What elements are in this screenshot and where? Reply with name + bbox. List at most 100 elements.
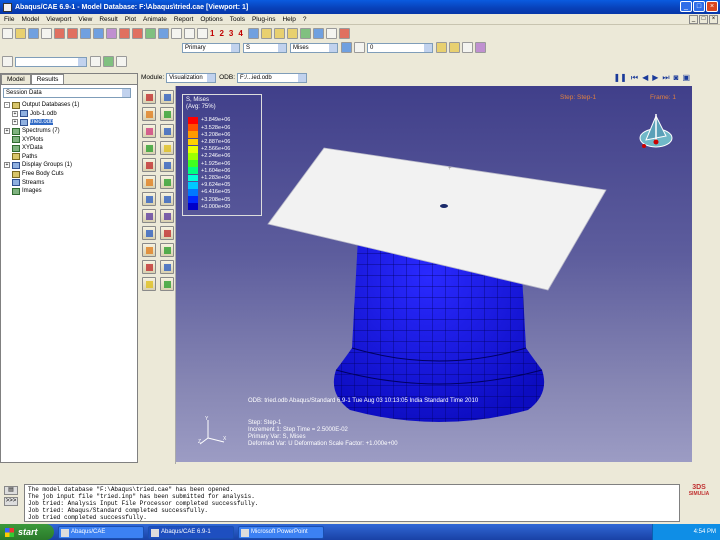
info-icon[interactable] (475, 42, 486, 53)
more-icon[interactable] (116, 56, 127, 67)
menu-model[interactable]: Model (21, 16, 39, 23)
field-select[interactable]: S (243, 42, 287, 53)
plug-in-icon[interactable] (338, 27, 350, 39)
print-icon[interactable] (41, 27, 52, 39)
free-body-cut-icon[interactable] (160, 243, 174, 257)
create-display-group-icon[interactable] (160, 277, 174, 291)
iso-view-icon[interactable] (158, 27, 169, 39)
view-cut-icon[interactable] (142, 243, 156, 257)
field-options-icon[interactable] (341, 42, 352, 53)
redo-icon[interactable] (67, 27, 78, 39)
view-3-button[interactable]: 3 (229, 29, 233, 38)
menu-file[interactable]: File (4, 16, 14, 23)
last-frame-icon[interactable]: ⏭ (662, 73, 669, 83)
front-view-icon[interactable] (171, 27, 182, 39)
allow-multiple-plots-icon[interactable] (142, 141, 156, 155)
superimpose-options-icon[interactable] (160, 141, 174, 155)
menu-plugins[interactable]: Plug-ins (252, 16, 275, 23)
tree-item-paths[interactable]: Paths (4, 153, 137, 162)
tree-item-images[interactable]: Images (4, 187, 137, 196)
hidden-line-icon[interactable] (273, 27, 285, 39)
magnify-icon[interactable] (106, 27, 117, 39)
tree-item-output-databases[interactable]: - Output Databases (1) (4, 101, 137, 110)
xy-plot-icon[interactable] (160, 192, 174, 206)
first-frame-icon[interactable]: ⏮ (631, 73, 638, 83)
odb-select[interactable]: F:/...ied.odb (237, 72, 308, 83)
pause-icon[interactable]: ❚❚ (613, 73, 626, 83)
minimize-button[interactable]: _ (680, 1, 692, 12)
create-path-icon[interactable] (142, 209, 156, 223)
message-tab-button[interactable]: ▤ (4, 486, 18, 495)
close-button[interactable]: × (706, 1, 718, 12)
menu-view[interactable]: View (78, 16, 92, 23)
menu-tools[interactable]: Tools (230, 16, 245, 23)
color-code-tool-icon[interactable] (142, 277, 156, 291)
view-1-button[interactable]: 1 (210, 29, 214, 38)
menu-animate[interactable]: Animate (143, 16, 167, 23)
animate-scale-factor-icon[interactable] (142, 175, 156, 189)
tree-item-spectrums[interactable]: + Spectrums (7) (4, 127, 137, 136)
pan-icon[interactable] (80, 27, 91, 39)
taskbar-item-abaqus-cae-69[interactable]: Abaqus/CAE 6.9-1 (148, 525, 234, 539)
undo-icon[interactable] (54, 27, 65, 39)
shaded-icon[interactable] (286, 27, 298, 39)
menu-whats-this[interactable]: ? (303, 16, 307, 23)
plot-symbols-icon[interactable] (142, 124, 156, 138)
save-icon[interactable] (28, 27, 39, 39)
color-code-icon[interactable] (462, 42, 473, 53)
mdi-restore-button[interactable]: □ (699, 15, 708, 24)
camera-icon[interactable]: ◙ (674, 73, 679, 83)
plot-contours-both-icon[interactable] (160, 107, 174, 121)
menu-result[interactable]: Result (99, 16, 117, 23)
left-view-icon[interactable] (184, 27, 195, 39)
display-group-icon[interactable] (103, 56, 114, 67)
command-tab-button[interactable]: >>> (4, 497, 18, 506)
open-icon[interactable] (15, 27, 26, 39)
message-log[interactable]: The model database "F:\Abaqus\tried.cae"… (24, 484, 680, 522)
whats-this-icon[interactable] (325, 27, 337, 39)
previous-frame-icon[interactable]: ◀ (642, 73, 648, 83)
mdi-minimize-button[interactable]: _ (689, 15, 698, 24)
right-view-icon[interactable] (197, 27, 208, 39)
taskbar-item-abaqus-cae[interactable]: Abaqus/CAE (58, 525, 144, 539)
cycle-views-icon[interactable] (145, 27, 156, 39)
tab-model[interactable]: Model (1, 74, 31, 84)
tree-filter-select[interactable]: Session Data (3, 88, 131, 98)
tree-item-streams[interactable]: Streams (4, 178, 137, 187)
plot-deformed-icon[interactable] (160, 90, 174, 104)
tree-item-tried-odb[interactable]: + tried.odb (4, 118, 137, 127)
wireframe-icon[interactable] (260, 27, 272, 39)
maximize-button[interactable]: □ (693, 1, 705, 12)
movie-icon[interactable]: ▣ (682, 73, 690, 83)
variable-type-select[interactable]: Primary (182, 42, 240, 53)
plot-material-orientation-icon[interactable] (160, 124, 174, 138)
perspective-icon[interactable] (299, 27, 311, 39)
plot-contours-icon[interactable] (142, 107, 156, 121)
mdi-close-button[interactable]: × (709, 15, 718, 24)
common-options-icon[interactable] (142, 158, 156, 172)
partition-icon[interactable] (2, 56, 13, 67)
tree-item-xyplots[interactable]: XYPlots (4, 135, 137, 144)
menu-report[interactable]: Report (174, 16, 194, 23)
new-icon[interactable] (2, 27, 13, 39)
tree-item-free-body-cuts[interactable]: Free Body Cuts (4, 170, 137, 179)
display-body-icon[interactable] (449, 42, 460, 53)
contour-options-icon[interactable] (160, 158, 174, 172)
box-zoom-icon[interactable] (119, 27, 130, 39)
viewport[interactable]: S, Mises (Avg: 75%) +3.849e+06 +3.528e+06… (176, 86, 692, 462)
viewport-icon[interactable] (247, 27, 259, 39)
display-options-icon[interactable] (160, 260, 174, 274)
auto-fit-icon[interactable] (132, 27, 143, 39)
replace-icon[interactable] (90, 56, 101, 67)
tree-item-job-1-odb[interactable]: + Job-1.odb (4, 110, 137, 119)
create-xy-data-icon[interactable] (142, 192, 156, 206)
menu-viewport[interactable]: Viewport (46, 16, 71, 23)
select-icon[interactable] (354, 42, 365, 53)
menu-plot[interactable]: Plot (125, 16, 136, 23)
invariant-select[interactable]: Mises (290, 42, 338, 53)
query-tool-icon[interactable] (142, 226, 156, 240)
view-2-button[interactable]: 2 (219, 29, 223, 38)
tree-item-display-groups[interactable]: + Display Groups (1) (4, 161, 137, 170)
stream-icon[interactable] (160, 209, 174, 223)
plot-undeformed-icon[interactable] (142, 90, 156, 104)
